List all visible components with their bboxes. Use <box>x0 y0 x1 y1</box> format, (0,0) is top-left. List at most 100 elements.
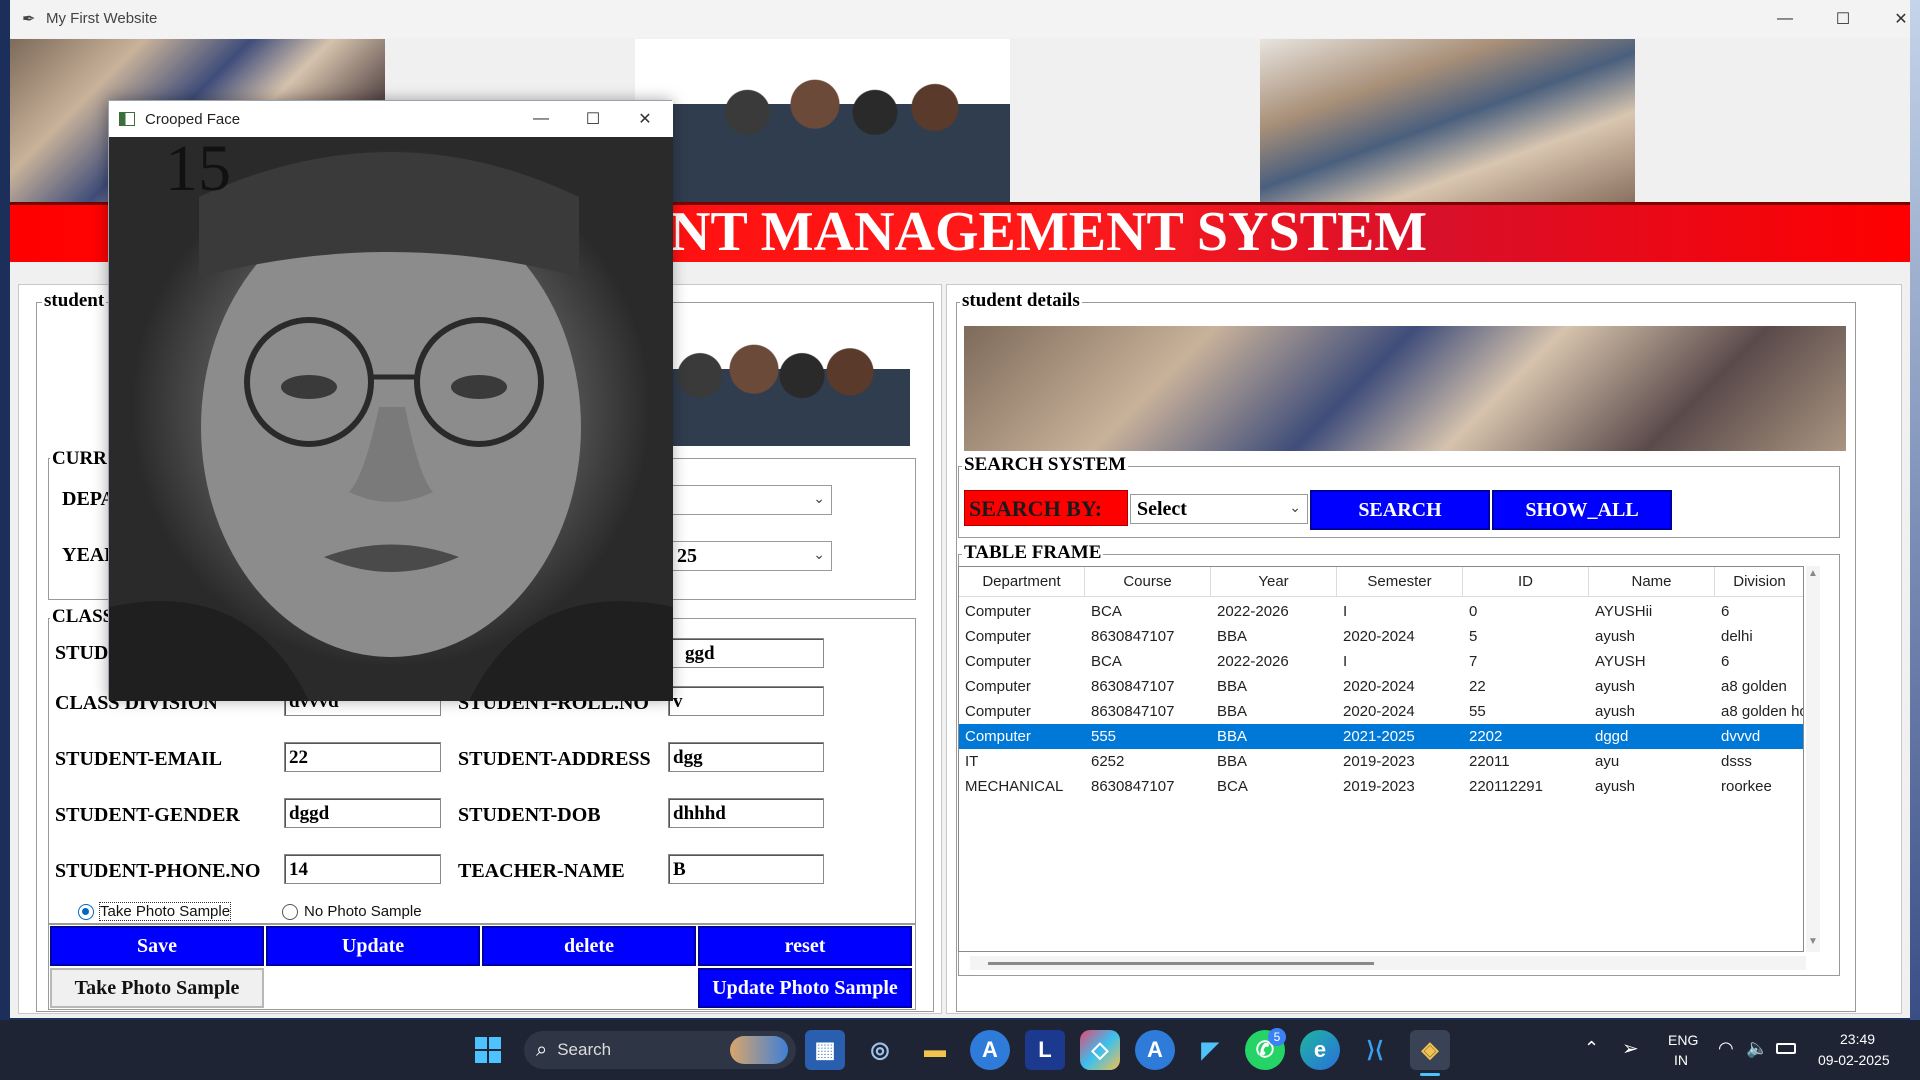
desktop-wallpaper <box>1910 0 1920 1020</box>
table-cell: BCA <box>1091 603 1122 620</box>
table-cell: roorkee <box>1721 778 1772 795</box>
table-cell: 2021-2025 <box>1343 728 1415 745</box>
search-button[interactable]: SEARCH <box>1310 490 1490 530</box>
email-field[interactable]: 22 <box>284 742 441 772</box>
take-photo-radio-label: Take Photo Sample <box>98 902 232 921</box>
popup-minimize-button[interactable]: — <box>517 101 565 137</box>
table-cell: BBA <box>1217 628 1248 645</box>
table-cell: BCA <box>1217 778 1248 795</box>
table-cell: BBA <box>1217 753 1248 770</box>
table-cell: IT <box>965 753 979 770</box>
save-button[interactable]: Save <box>50 926 264 966</box>
table-row[interactable]: IT 6252 BBA 2019-2023 22011 ayu dsss <box>959 749 1803 774</box>
table-cell: 6 <box>1721 653 1730 670</box>
taskbar-search-box[interactable]: ⌕ Search <box>524 1031 796 1069</box>
show-all-button[interactable]: SHOW_ALL <box>1492 490 1672 530</box>
location-icon[interactable]: ➢ <box>1622 1036 1639 1061</box>
popup-app-icon <box>119 112 135 126</box>
battery-icon[interactable] <box>1776 1043 1796 1054</box>
table-cell: 8630847107 <box>1091 628 1175 645</box>
year-combo[interactable]: 25 ⌄ <box>670 541 832 571</box>
gender-field[interactable]: dggd <box>284 798 441 828</box>
app-a2-icon[interactable]: A <box>1135 1030 1175 1070</box>
active-app-indicator <box>1420 1073 1440 1076</box>
student-id-field[interactable]: ggd <box>670 638 824 668</box>
dob-field[interactable]: dhhhd <box>668 798 824 828</box>
table-cell: Computer <box>965 628 1031 645</box>
column-header[interactable]: Semester <box>1337 567 1463 597</box>
maximize-button[interactable]: ☐ <box>1814 0 1872 38</box>
column-header[interactable]: ID <box>1463 567 1589 597</box>
rstudio-icon[interactable]: ◎ <box>860 1030 900 1070</box>
minimize-button[interactable]: — <box>1756 0 1814 38</box>
flutter-icon[interactable]: ◤ <box>1190 1030 1230 1070</box>
scroll-up-icon[interactable]: ▲ <box>1808 568 1818 579</box>
clock-time[interactable]: 23:49 <box>1840 1031 1875 1047</box>
vscode-icon[interactable]: ⟩⟨ <box>1355 1030 1395 1070</box>
table-cell: dvvvd <box>1721 728 1761 745</box>
table-cell: 555 <box>1091 728 1117 745</box>
volume-icon[interactable]: 🔈 <box>1746 1038 1768 1059</box>
table-row[interactable]: Computer 8630847107 BBA 2020-2024 22 ayush a8 … <box>959 674 1803 699</box>
language-indicator-bottom[interactable]: IN <box>1674 1052 1688 1068</box>
search-by-combo[interactable]: Select ⌄ <box>1130 494 1308 524</box>
table-cell: 2019-2023 <box>1343 753 1415 770</box>
column-header[interactable]: Year <box>1211 567 1337 597</box>
popup-maximize-button[interactable]: ☐ <box>569 101 617 137</box>
edge-icon[interactable]: e <box>1300 1030 1340 1070</box>
table-cell: 2202 <box>1469 728 1503 745</box>
dob-label: STUDENT-DOB <box>458 804 601 826</box>
file-explorer-icon[interactable]: ▬ <box>915 1030 955 1070</box>
column-header[interactable]: Name <box>1589 567 1715 597</box>
delete-button[interactable]: delete <box>482 926 696 966</box>
radio-unselected-icon <box>282 903 298 920</box>
reset-button[interactable]: reset <box>698 926 912 966</box>
face-drawing <box>109 152 673 701</box>
wifi-icon[interactable]: ◠ <box>1718 1038 1734 1059</box>
search-icon: ⌕ <box>536 1038 548 1061</box>
close-button[interactable]: ✕ <box>1872 0 1920 38</box>
update-photo-sample-button[interactable]: Update Photo Sample <box>698 968 912 1008</box>
microsoft-store-icon[interactable]: ▦ <box>805 1030 845 1070</box>
column-header[interactable]: Division <box>1715 567 1803 597</box>
table-cell: AYUSH <box>1595 653 1646 670</box>
table-cell: ayush <box>1595 628 1636 645</box>
horizontal-scroll-thumb[interactable] <box>988 962 1374 965</box>
python-icon[interactable]: ◈ <box>1410 1030 1450 1070</box>
app-a-icon[interactable]: A <box>970 1030 1010 1070</box>
student-table[interactable]: Department Course Year Semester ID Name Divisi… <box>958 566 1804 952</box>
vertical-scrollbar[interactable]: ▲ ▼ <box>1806 566 1820 952</box>
table-row[interactable]: Computer 8630847107 BBA 2020-2024 55 ayush a8 … <box>959 699 1803 724</box>
scroll-down-icon[interactable]: ▼ <box>1808 936 1818 947</box>
column-header[interactable]: Department <box>959 567 1085 597</box>
department-combo[interactable]: ⌄ <box>670 485 832 515</box>
table-row[interactable]: MECHANICAL 8630847107 BCA 2019-2023 22011229… <box>959 774 1803 799</box>
column-header[interactable]: Course <box>1085 567 1211 597</box>
gender-label: STUDENT-GENDER <box>55 804 240 826</box>
address-field[interactable]: dgg <box>668 742 824 772</box>
language-indicator-top[interactable]: ENG <box>1668 1032 1698 1048</box>
table-row[interactable]: Computer 555 BBA 2021-2025 2202 dggd dvvvd <box>959 724 1803 749</box>
table-row[interactable]: Computer BCA 2022-2026 I 7 AYUSH 6 <box>959 649 1803 674</box>
phone-field[interactable]: 14 <box>284 854 441 884</box>
table-row[interactable]: Computer BCA 2022-2026 I 0 AYUSHii 6 <box>959 599 1803 624</box>
no-photo-radio[interactable]: No Photo Sample <box>282 903 422 920</box>
take-photo-radio[interactable]: Take Photo Sample <box>78 902 232 921</box>
table-cell: 8630847107 <box>1091 678 1175 695</box>
table-row[interactable]: Computer 8630847107 BBA 2020-2024 5 ayush delh… <box>959 624 1803 649</box>
chevron-down-icon: ⌄ <box>1289 501 1301 516</box>
start-windows-icon[interactable] <box>468 1030 508 1070</box>
clock-date[interactable]: 09-02-2025 <box>1818 1052 1890 1068</box>
chevron-up-icon[interactable]: ⌃ <box>1584 1038 1599 1059</box>
horizontal-scrollbar[interactable] <box>970 956 1806 970</box>
teacher-field[interactable]: B <box>668 854 824 884</box>
app-l-icon[interactable]: L <box>1025 1030 1065 1070</box>
roll-no-field[interactable]: v <box>668 686 824 716</box>
take-photo-sample-button[interactable]: Take Photo Sample <box>50 968 264 1008</box>
search-system-label: SEARCH SYSTEM <box>962 454 1129 476</box>
update-button[interactable]: Update <box>266 926 480 966</box>
cropped-face-window: Crooped Face — ☐ ✕ 15 <box>108 100 673 701</box>
copilot-icon[interactable]: ◇ <box>1080 1030 1120 1070</box>
table-cell: 8630847107 <box>1091 778 1175 795</box>
popup-close-button[interactable]: ✕ <box>621 101 669 137</box>
